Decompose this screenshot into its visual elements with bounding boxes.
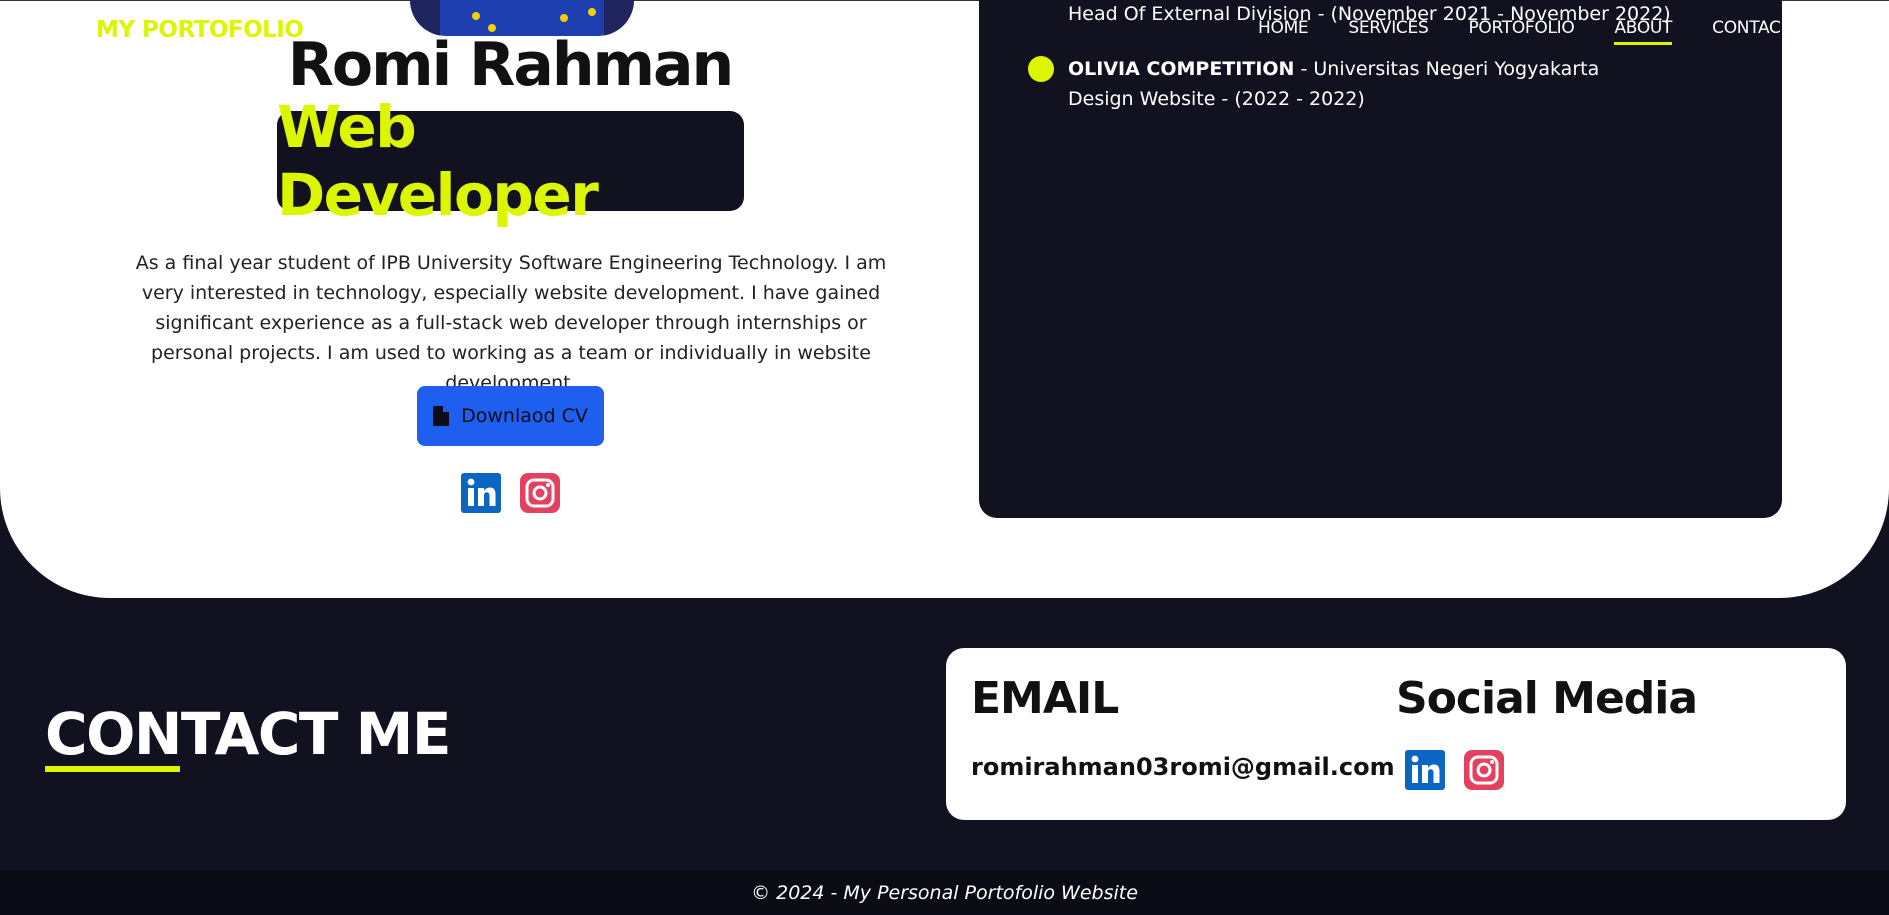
social-media-heading: Social Media	[1396, 673, 1698, 724]
nav-about[interactable]: ABOUT	[1614, 18, 1672, 45]
email-heading: EMAIL	[971, 673, 1119, 724]
nav-contact[interactable]: CONTAC	[1712, 18, 1781, 38]
nav-portofolio[interactable]: PORTOFOLIO	[1468, 18, 1574, 38]
email-address[interactable]: romirahman03romi@gmail.com	[971, 753, 1395, 781]
role-badge: Web Developer	[277, 93, 744, 229]
role-text: Web Developer	[277, 93, 599, 229]
experience-name: OLIVIA COMPETITION	[1068, 58, 1295, 80]
profile-bio: As a final year student of IPB Universit…	[135, 252, 887, 394]
experience-title: OLIVIA COMPETITION - Universitas Negeri …	[1068, 58, 1599, 80]
instagram-icon[interactable]	[1464, 750, 1504, 790]
profile-social-links	[461, 473, 560, 513]
profile-name: Romi Rahman	[287, 30, 735, 100]
instagram-icon[interactable]	[520, 473, 560, 513]
contact-heading-underline	[45, 766, 180, 772]
file-icon	[433, 406, 450, 426]
contact-heading: CONTACT ME	[45, 700, 452, 768]
linkedin-icon[interactable]	[1405, 750, 1445, 790]
download-cv-label: Downlaod CV	[461, 405, 588, 427]
main-nav: HOME SERVICES PORTOFOLIO ABOUT CONTAC	[1258, 18, 1821, 45]
download-cv-button[interactable]: Downlaod CV	[417, 386, 604, 446]
footer-copyright: © 2024 - My Personal Portofolio Website	[751, 881, 1138, 904]
site-logo[interactable]: MY PORTOFOLIO	[96, 17, 304, 43]
experience-detail: Design Website - (2022 - 2022)	[1068, 88, 1365, 110]
linkedin-icon[interactable]	[461, 473, 501, 513]
nav-services[interactable]: SERVICES	[1348, 18, 1428, 38]
timeline-dot	[1028, 56, 1054, 82]
site-footer: © 2024 - My Personal Portofolio Website	[0, 870, 1889, 915]
experience-org: - Universitas Negeri Yogyakarta	[1294, 58, 1600, 80]
hero-section: Romi Rahman Web Developer As a final yea…	[0, 0, 1889, 598]
contact-social-links	[1405, 750, 1504, 790]
nav-home[interactable]: HOME	[1258, 18, 1309, 38]
